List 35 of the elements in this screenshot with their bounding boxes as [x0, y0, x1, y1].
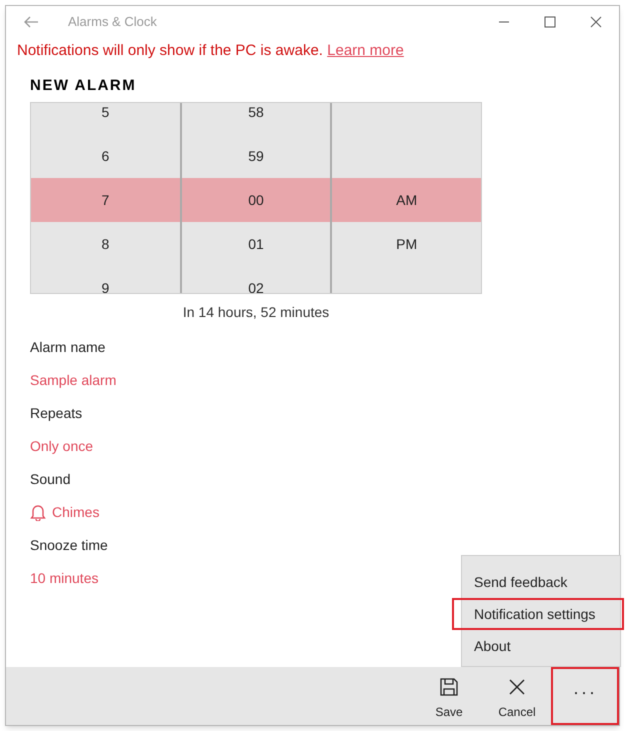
field-label: Alarm name — [30, 338, 106, 357]
picker-item[interactable]: 02 — [182, 266, 330, 293]
bell-icon — [30, 504, 46, 521]
time-until-text: In 14 hours, 52 minutes — [182, 303, 330, 322]
save-icon — [439, 677, 459, 697]
picker-item[interactable]: 5 — [31, 103, 180, 134]
field-value-link[interactable]: 10 minutes — [30, 568, 98, 589]
more-button[interactable]: ··· — [551, 667, 619, 725]
close-icon — [507, 677, 527, 697]
picker-item[interactable]: 7 — [31, 178, 180, 222]
menu-item[interactable]: About — [462, 630, 620, 662]
picker-item[interactable]: 00 — [182, 178, 330, 222]
picker-item[interactable]: AM — [332, 178, 481, 222]
field-value-link[interactable]: Chimes — [52, 502, 100, 523]
field-label: Sound — [30, 470, 72, 489]
picker-item[interactable]: 01 — [182, 222, 330, 266]
field-label: Repeats — [30, 404, 84, 423]
back-icon[interactable] — [24, 16, 38, 28]
picker-item[interactable]: 6 — [31, 134, 180, 178]
cancel-button[interactable]: Cancel — [483, 667, 551, 725]
notice-text: Notifications will only show if the PC is awake. Learn more — [17, 41, 405, 61]
picker-item[interactable]: 59 — [182, 134, 330, 178]
picker-item[interactable]: PM — [332, 222, 481, 266]
save-button[interactable]: Save — [415, 667, 483, 725]
field-value-link[interactable]: Sample alarm — [30, 370, 116, 391]
field-label: Snooze time — [30, 536, 109, 555]
menu-item[interactable]: Send feedback — [462, 566, 620, 598]
section-heading: NEW ALARM — [30, 76, 138, 96]
picker-item[interactable]: 9 — [31, 266, 180, 293]
picker-item[interactable]: 8 — [31, 222, 180, 266]
window-title: Alarms & Clock — [68, 13, 157, 32]
field-value-link[interactable]: Only once — [30, 436, 94, 457]
learn-more-link[interactable]: Learn more — [327, 42, 404, 59]
picker-item[interactable]: 58 — [182, 103, 330, 134]
menu-item[interactable]: Notification settings — [452, 598, 624, 630]
